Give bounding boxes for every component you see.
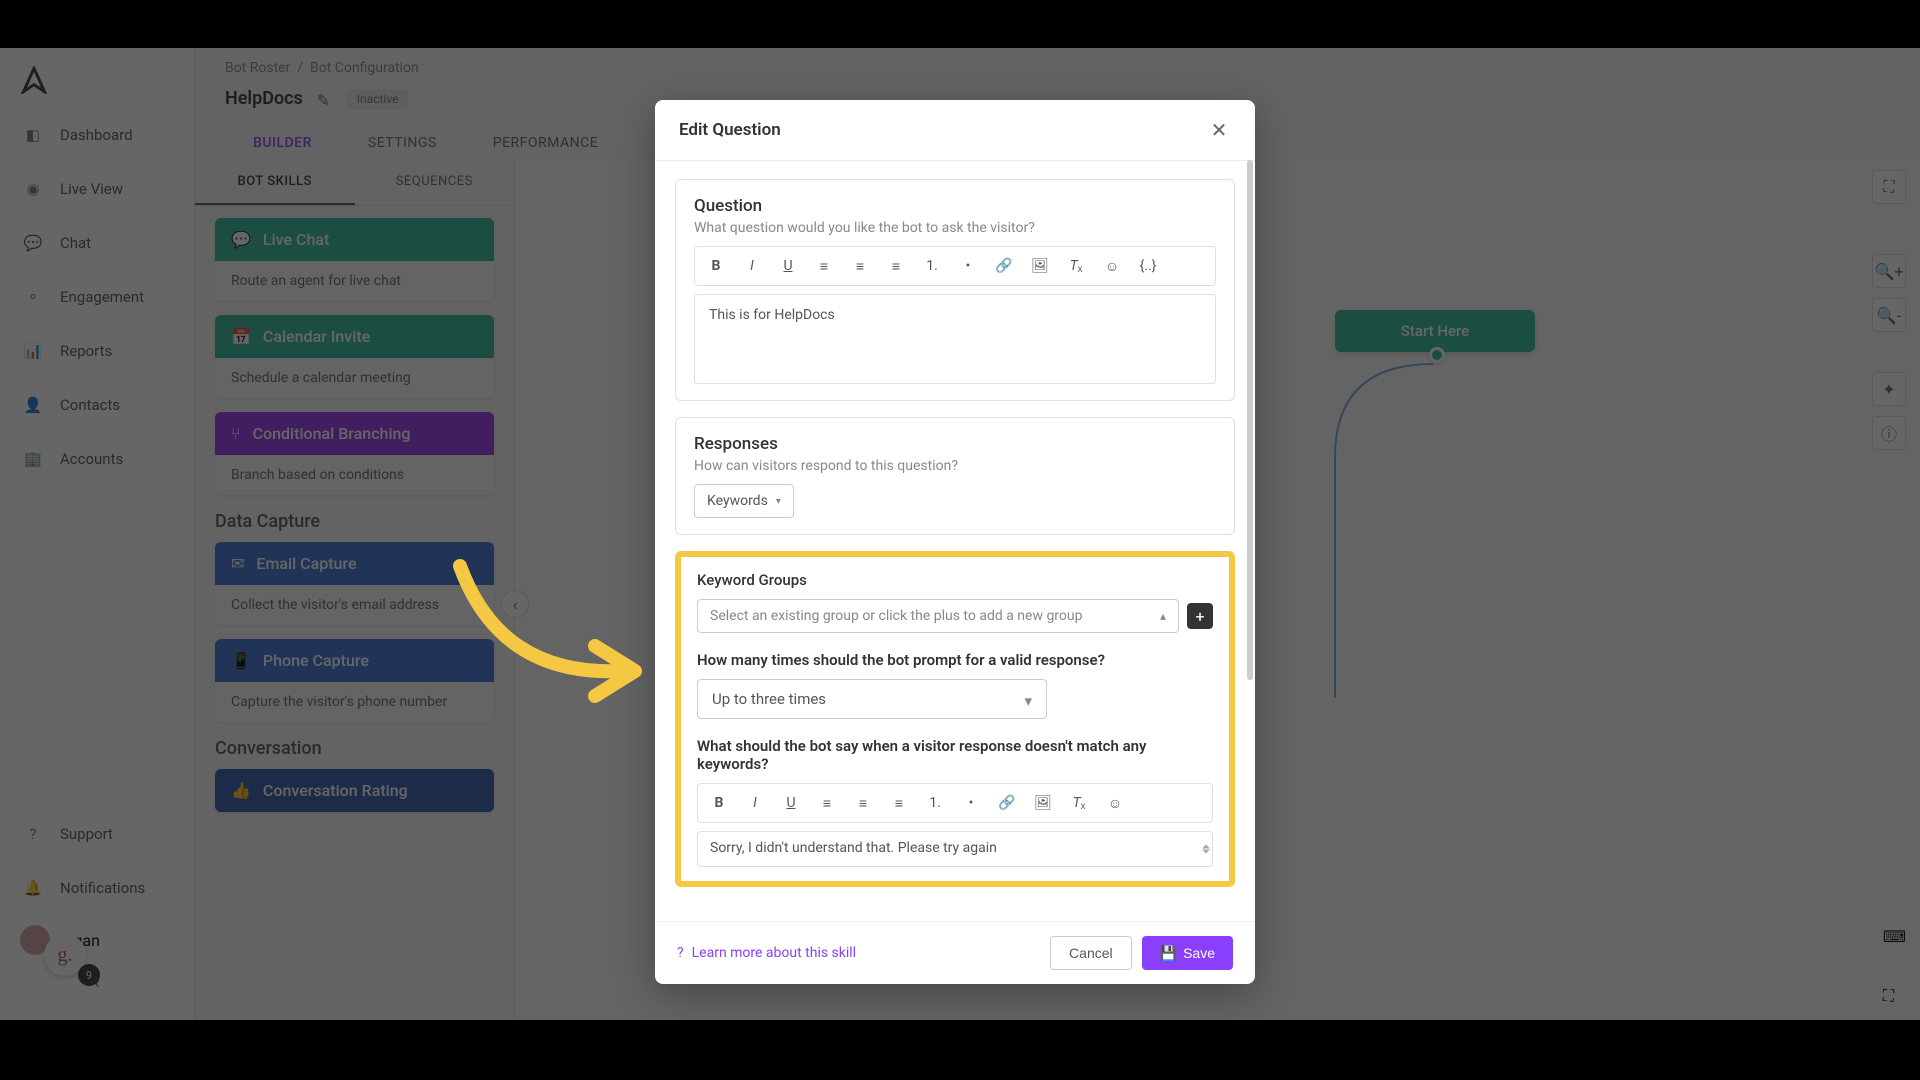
underline-icon[interactable]: U: [774, 788, 808, 818]
align-left-icon[interactable]: ≡: [807, 251, 841, 281]
question-label: Question: [694, 196, 1216, 216]
align-center-icon[interactable]: ≡: [843, 251, 877, 281]
keyword-groups-section: Keyword Groups Select an existing group …: [675, 551, 1235, 887]
emoji-icon[interactable]: ☺: [1095, 251, 1129, 281]
help-icon: ?: [677, 945, 684, 961]
list-ol-icon[interactable]: 1.: [915, 251, 949, 281]
save-button[interactable]: 💾Save: [1142, 936, 1233, 970]
learn-more-link[interactable]: ?Learn more about this skill: [677, 945, 856, 961]
keyword-groups-label: Keyword Groups: [697, 571, 1213, 589]
save-icon: 💾: [1160, 945, 1177, 962]
add-keyword-group[interactable]: +: [1187, 603, 1213, 629]
cancel-button[interactable]: Cancel: [1050, 936, 1132, 970]
italic-icon[interactable]: I: [738, 788, 772, 818]
resize-handle[interactable]: [1202, 845, 1210, 854]
list-ul-icon[interactable]: •: [954, 788, 988, 818]
bold-icon[interactable]: B: [699, 251, 733, 281]
italic-icon[interactable]: I: [735, 251, 769, 281]
clear-format-icon[interactable]: Tₓ: [1059, 251, 1093, 281]
bold-icon[interactable]: B: [702, 788, 736, 818]
responses-dropdown[interactable]: Keywords: [694, 484, 794, 518]
edit-question-modal: Edit Question ✕ Question What question w…: [655, 100, 1255, 984]
fallback-toolbar: B I U ≡ ≡ ≡ 1. • 🔗 🖼 Tₓ ☺: [697, 783, 1213, 823]
keyword-groups-select[interactable]: Select an existing group or click the pl…: [697, 599, 1179, 633]
responses-section: Responses How can visitors respond to th…: [675, 417, 1235, 535]
align-center-icon[interactable]: ≡: [846, 788, 880, 818]
align-right-icon[interactable]: ≡: [879, 251, 913, 281]
question-toolbar: B I U ≡ ≡ ≡ 1. • 🔗 🖼 Tₓ ☺ {..}: [694, 246, 1216, 286]
question-section: Question What question would you like th…: [675, 179, 1235, 401]
image-icon[interactable]: 🖼: [1023, 251, 1057, 281]
variable-icon[interactable]: {..}: [1131, 251, 1165, 281]
image-icon[interactable]: 🖼: [1026, 788, 1060, 818]
responses-sub: How can visitors respond to this questio…: [694, 458, 1216, 474]
responses-label: Responses: [694, 434, 1216, 454]
question-editor[interactable]: This is for HelpDocs: [694, 294, 1216, 384]
question-sub: What question would you like the bot to …: [694, 220, 1216, 236]
list-ol-icon[interactable]: 1.: [918, 788, 952, 818]
prompt-times-select[interactable]: Up to three times: [697, 679, 1047, 719]
fallback-editor[interactable]: Sorry, I didn't understand that. Please …: [697, 831, 1213, 867]
list-ul-icon[interactable]: •: [951, 251, 985, 281]
align-right-icon[interactable]: ≡: [882, 788, 916, 818]
align-left-icon[interactable]: ≡: [810, 788, 844, 818]
link-icon[interactable]: 🔗: [987, 251, 1021, 281]
link-icon[interactable]: 🔗: [990, 788, 1024, 818]
modal-title: Edit Question: [679, 120, 781, 140]
underline-icon[interactable]: U: [771, 251, 805, 281]
clear-format-icon[interactable]: Tₓ: [1062, 788, 1096, 818]
scrollbar[interactable]: [1247, 161, 1253, 680]
fallback-question: What should the bot say when a visitor r…: [697, 737, 1213, 773]
prompt-question: How many times should the bot prompt for…: [697, 651, 1213, 669]
close-icon[interactable]: ✕: [1207, 118, 1231, 142]
emoji-icon[interactable]: ☺: [1098, 788, 1132, 818]
